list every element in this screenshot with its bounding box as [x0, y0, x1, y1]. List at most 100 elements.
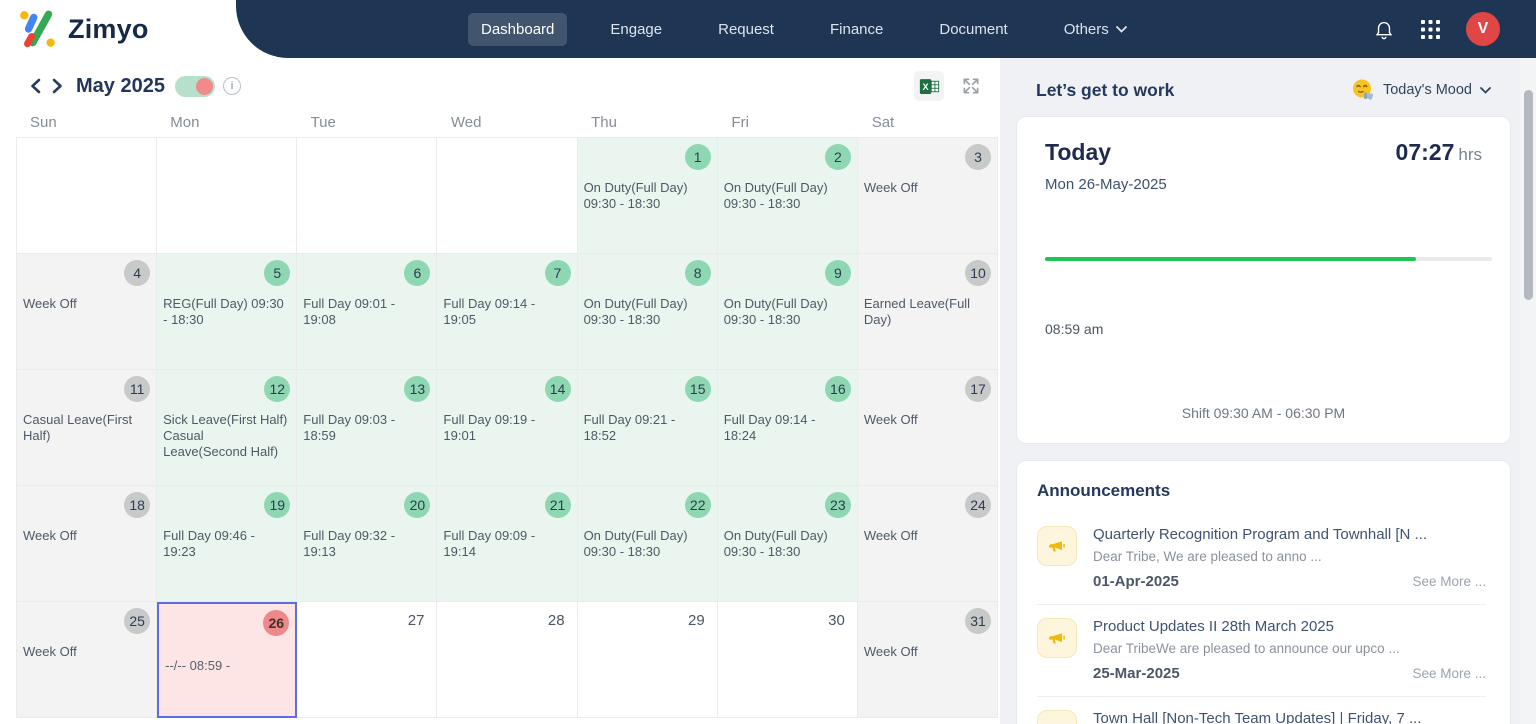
calendar-day-cell-11[interactable]: 11 Casual Leave(First Half): [17, 370, 158, 486]
calendar-day-cell-13[interactable]: 13 Full Day 09:03 - 18:59: [297, 370, 438, 486]
day-number: 27: [407, 612, 425, 629]
shift-timing: Shift 09:30 AM - 06:30 PM: [1181, 405, 1346, 421]
toggle-knob: [195, 77, 213, 95]
nav-item-others[interactable]: Others: [1051, 13, 1140, 46]
announcement-title[interactable]: Quarterly Recognition Program and Townha…: [1093, 526, 1486, 543]
grid-icon[interactable]: [1421, 19, 1440, 39]
calendar-day-cell-18[interactable]: 18 Week Off: [17, 486, 158, 602]
day-event-text: On Duty(Full Day) 09:30 - 18:30: [583, 528, 688, 559]
day-event-text: Full Day 09:09 - 19:14: [443, 528, 536, 559]
day-number-badge: 9: [824, 260, 851, 286]
user-avatar[interactable]: V: [1466, 12, 1500, 46]
day-number-badge: 19: [264, 492, 291, 518]
calendar-day-cell-16[interactable]: 16 Full Day 09:14 - 18:24: [717, 370, 858, 486]
day-event-text: Casual Leave(First Half): [23, 412, 133, 443]
day-number-badge: 26: [263, 610, 290, 636]
day-number-badge: 3: [964, 144, 991, 170]
nav-item-dashboard[interactable]: Dashboard: [468, 12, 568, 46]
calendar-day-cell-4[interactable]: 4 Week Off: [17, 254, 158, 370]
calendar-day-cell-19[interactable]: 19 Full Day 09:46 - 19:23: [157, 486, 298, 602]
calendar-day-cell-8[interactable]: 8 On Duty(Full Day) 09:30 - 18:30: [577, 254, 718, 370]
worked-hours-unit: hrs: [1458, 145, 1482, 164]
see-more-link[interactable]: See More ...: [1412, 574, 1486, 589]
day-number-badge: 24: [964, 492, 991, 518]
day-event-text: Week Off: [23, 296, 77, 311]
calendar-day-cell-1[interactable]: 1 On Duty(Full Day) 09:30 - 18:30: [577, 138, 718, 254]
day-number-badge: 4: [124, 260, 151, 286]
excel-export-icon[interactable]: X: [914, 71, 944, 101]
calendar-day-cell-21[interactable]: 21 Full Day 09:09 - 19:14: [437, 486, 578, 602]
calendar-day-cell-28[interactable]: 28: [437, 602, 578, 718]
nav-item-request[interactable]: Request: [705, 13, 787, 46]
day-number-badge: 11: [124, 376, 151, 402]
day-number-badge: 2: [824, 144, 851, 170]
day-event-text: On Duty(Full Day) 09:30 - 18:30: [723, 296, 828, 327]
calendar-day-cell-22[interactable]: 22 On Duty(Full Day) 09:30 - 18:30: [577, 486, 718, 602]
calendar-day-cell-6[interactable]: 6 Full Day 09:01 - 19:08: [297, 254, 438, 370]
calendar-day-cell-24[interactable]: 24 Week Off: [857, 486, 998, 602]
main-nav: Dashboard Engage Request Finance Document Oth…: [468, 0, 1140, 58]
attendance-calendar: May 2025 i X Sun Mon Tue Wed Thu Fri Sat…: [0, 58, 1000, 724]
nav-item-document[interactable]: Document: [926, 13, 1020, 46]
calendar-day-cell-26[interactable]: 26 --/-- 08:59 -: [157, 602, 298, 718]
nav-item-finance[interactable]: Finance: [817, 13, 896, 46]
chevron-left-icon[interactable]: [24, 75, 46, 97]
see-more-link[interactable]: See More ...: [1412, 666, 1486, 681]
info-icon[interactable]: i: [222, 77, 241, 95]
calendar-week-row: 25 Week Off 26 --/-- 08:59 - 27 28 29 30 31 Week …: [17, 602, 998, 718]
brand-name: Zimyo: [68, 13, 149, 44]
weekday-label: Thu: [591, 114, 617, 131]
calendar-day-cell-20[interactable]: 20 Full Day 09:32 - 19:13: [297, 486, 438, 602]
calendar-day-cell-7[interactable]: 7 Full Day 09:14 - 19:05: [437, 254, 578, 370]
day-event-text: Full Day 09:01 - 19:08: [303, 296, 396, 327]
calendar-day-cell-2[interactable]: 2 On Duty(Full Day) 09:30 - 18:30: [717, 138, 858, 254]
calendar-empty-cell: [297, 138, 438, 254]
nav-item-label: Document: [939, 20, 1008, 38]
day-number-badge: 22: [684, 492, 711, 518]
calendar-day-cell-30[interactable]: 30: [717, 602, 858, 718]
todays-mood-dropdown[interactable]: Today's Mood: [1351, 78, 1491, 102]
app-root: Zimyo Dashboard Engage Request Finance Docum…: [0, 0, 1536, 724]
calendar-day-cell-5[interactable]: 5 REG(Full Day) 09:30 - 18:30: [157, 254, 298, 370]
day-event-text: Week Off: [863, 528, 918, 543]
megaphone-icon: [1037, 526, 1077, 566]
today-date: Mon 26-May-2025: [1045, 176, 1167, 193]
calendar-day-cell-9[interactable]: 9 On Duty(Full Day) 09:30 - 18:30: [717, 254, 858, 370]
nav-item-engage[interactable]: Engage: [597, 13, 675, 46]
calendar-day-cell-3[interactable]: 3 Week Off: [857, 138, 998, 254]
day-number-badge: 14: [544, 376, 571, 402]
calendar-day-cell-23[interactable]: 23 On Duty(Full Day) 09:30 - 18:30: [717, 486, 858, 602]
day-event-text: On Duty(Full Day) 09:30 - 18:30: [583, 180, 688, 211]
calendar-day-cell-14[interactable]: 14 Full Day 09:19 - 19:01: [437, 370, 578, 486]
day-event-text: Full Day 09:21 - 18:52: [583, 412, 676, 443]
announcements-card: Announcements Quarterly Recognition Prog…: [1016, 460, 1511, 724]
chevron-right-icon[interactable]: [46, 75, 68, 97]
bell-icon[interactable]: [1373, 18, 1395, 40]
brand-logo[interactable]: Zimyo: [18, 9, 149, 49]
calendar-day-cell-10[interactable]: 10 Earned Leave(Full Day): [857, 254, 998, 370]
page-scrollbar-track[interactable]: [1520, 58, 1536, 724]
megaphone-icon: [1037, 710, 1077, 724]
nav-item-label: Finance: [829, 20, 884, 38]
calendar-view-toggle[interactable]: [174, 75, 215, 97]
calendar-week-row: 4 Week Off 5 REG(Full Day) 09:30 - 18:30 6 Fu…: [17, 254, 998, 370]
weekday-label: Tue: [310, 114, 336, 131]
calendar-day-cell-27[interactable]: 27: [297, 602, 438, 718]
calendar-day-cell-15[interactable]: 15 Full Day 09:21 - 18:52: [577, 370, 718, 486]
day-event-text: Earned Leave(Full Day): [863, 296, 971, 327]
expand-icon[interactable]: [958, 73, 984, 99]
calendar-day-cell-29[interactable]: 29: [577, 602, 718, 718]
calendar-day-cell-31[interactable]: 31 Week Off: [857, 602, 998, 718]
calendar-day-cell-17[interactable]: 17 Week Off: [857, 370, 998, 486]
chevron-down-icon: [1115, 25, 1127, 33]
announcement-title[interactable]: Product Updates II 28th March 2025: [1093, 618, 1486, 635]
day-event-text: On Duty(Full Day) 09:30 - 18:30: [583, 296, 688, 327]
day-number-badge: 1: [684, 144, 711, 170]
day-number: 28: [547, 612, 565, 629]
page-scrollbar-thumb[interactable]: [1524, 90, 1533, 300]
nav-item-label: Dashboard: [481, 20, 555, 38]
calendar-day-cell-25[interactable]: 25 Week Off: [17, 602, 158, 718]
announcement-title[interactable]: Town Hall [Non-Tech Team Updates] | Frid…: [1093, 710, 1486, 724]
calendar-day-cell-12[interactable]: 12 Sick Leave(First Half) Casual Leave(Sec…: [157, 370, 298, 486]
announcement-date: 01-Apr-2025: [1093, 573, 1179, 590]
